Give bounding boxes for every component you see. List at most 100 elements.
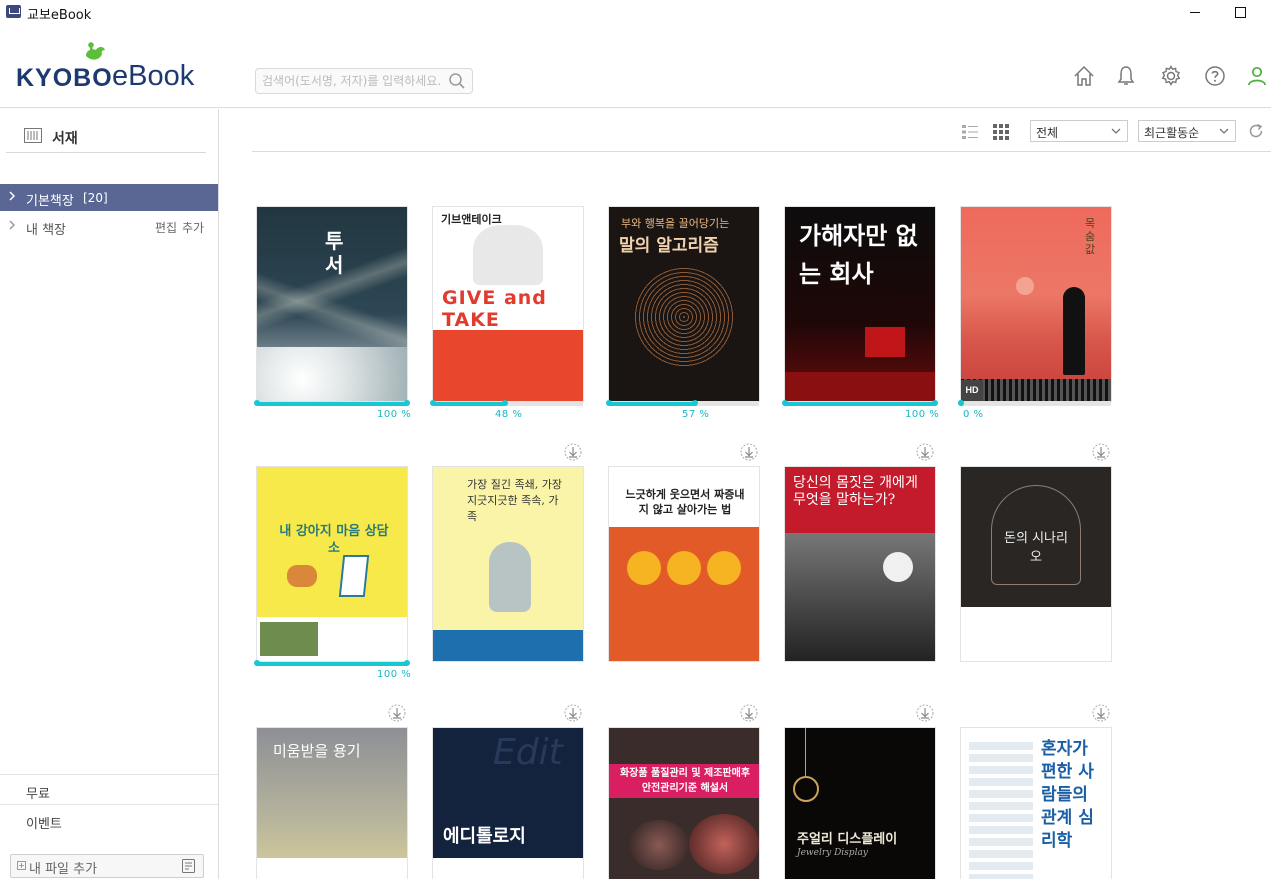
book-cover[interactable]: 가해자만 없는 회사	[785, 207, 935, 401]
progress-fill	[257, 662, 407, 666]
book-title: 느긋하게 웃으면서 짜증내지 않고 살아가는 법	[625, 488, 745, 516]
sidebar-item-label: 이벤트	[26, 817, 62, 832]
progress-handle-dot	[932, 400, 938, 406]
cover-art	[969, 742, 1033, 879]
book-subtitle: 부와 행복을 끌어당기는	[621, 217, 730, 230]
logo-kyobo-text: KYOBO	[16, 64, 113, 92]
book-title: 주얼리 디스플레이	[797, 832, 898, 847]
sidebar-item-event[interactable]: 이벤트	[0, 804, 218, 834]
chevron-right-icon	[9, 191, 15, 201]
sidebar: 서재 기본책장 [20] 내 책장 편집 추가 무료 이벤트 + 내 파일 추가	[0, 109, 219, 879]
shelf-count: [20]	[83, 191, 108, 205]
progress-fill	[257, 402, 407, 406]
download-icon[interactable]	[564, 443, 582, 461]
list-view-icon[interactable]	[962, 124, 978, 140]
bookshelf-icon	[24, 128, 42, 143]
book-title: 혼자가 편한 사람들의 관계 심리학	[1041, 739, 1094, 851]
cover-headline: GIVE and TAKE	[442, 287, 547, 331]
gear-icon[interactable]	[1159, 64, 1183, 88]
library-header[interactable]: 서재	[6, 109, 206, 153]
filter-select[interactable]: 전체	[1030, 120, 1128, 142]
progress-percent: 100 %	[377, 669, 412, 680]
search-icon[interactable]	[448, 72, 466, 90]
header: KYOBO eBook	[0, 24, 1271, 108]
download-icon[interactable]	[1092, 443, 1110, 461]
progress-fill	[785, 402, 935, 406]
book-cover[interactable]: 기브앤테이크 GIVE and TAKE	[433, 207, 583, 401]
book-cover[interactable]: 당신의 몸짓은 개에게 무엇을 말하는가?	[785, 467, 935, 661]
cover-art	[865, 327, 905, 357]
reading-progress-bar	[606, 400, 759, 406]
cover-art: Edit	[493, 732, 563, 773]
bird-logo-icon	[86, 42, 105, 60]
reading-progress-bar	[254, 660, 410, 666]
progress-handle-dot	[404, 660, 410, 666]
help-icon[interactable]	[1203, 64, 1227, 88]
add-shelf-link[interactable]: 추가	[182, 219, 204, 236]
book-cover[interactable]: 주얼리 디스플레이 Jewelry Display	[785, 728, 935, 879]
cover-art	[1063, 287, 1085, 375]
kyobo-ebook-logo[interactable]: KYOBO eBook	[16, 42, 206, 92]
progress-start-dot	[254, 400, 260, 406]
download-icon[interactable]	[388, 704, 406, 722]
bell-icon[interactable]	[1114, 64, 1138, 88]
add-my-file-button[interactable]: + 내 파일 추가	[10, 854, 204, 878]
edit-shelf-link[interactable]: 편집	[155, 219, 177, 236]
cover-art	[793, 776, 819, 802]
app-icon	[6, 5, 21, 18]
book-cover[interactable]: 목숨 값 HD	[961, 207, 1111, 401]
book-cover[interactable]: 화장품 품질관리 및 제조판매후 안전관리기준 해설서	[609, 728, 759, 879]
sidebar-item-default-shelf[interactable]: 기본책장 [20]	[0, 184, 218, 211]
book-cover[interactable]: 미움받을 용기	[257, 728, 407, 879]
library-title: 서재	[52, 131, 78, 147]
cover-art	[785, 533, 935, 661]
download-icon[interactable]	[740, 443, 758, 461]
book-cover[interactable]: 가장 질긴 족쇄, 가장 지긋지긋한 족속, 가족	[433, 467, 583, 661]
progress-start-dot	[430, 400, 436, 406]
grid-view-icon[interactable]	[993, 124, 1009, 140]
sidebar-item-my-shelf[interactable]: 내 책장 편집 추가	[0, 213, 218, 240]
progress-handle-dot	[958, 400, 964, 406]
progress-percent: 100 %	[377, 409, 412, 420]
download-icon[interactable]	[564, 704, 582, 722]
book-cover[interactable]: 내 강아지 마음 상담소	[257, 467, 407, 661]
reading-progress-bar	[958, 400, 1111, 406]
book-title: 돈의 시나리오	[1004, 531, 1068, 565]
cover-art	[689, 814, 759, 874]
reading-progress-bar	[254, 400, 410, 406]
reading-progress-bar	[782, 400, 938, 406]
book-cover[interactable]: 돈의 시나리오	[961, 467, 1111, 661]
download-icon[interactable]	[916, 704, 934, 722]
book-title: 투서	[325, 229, 344, 277]
cover-art	[627, 551, 661, 585]
user-icon[interactable]	[1245, 64, 1269, 88]
maximize-button[interactable]	[1218, 0, 1264, 24]
sort-select[interactable]: 최근활동순	[1138, 120, 1236, 142]
book-title: 에디톨로지	[443, 826, 526, 847]
toolbar: 전체 최근활동순	[220, 109, 1271, 153]
home-icon[interactable]	[1072, 64, 1096, 88]
hd-badge: HD	[961, 380, 983, 401]
download-icon[interactable]	[740, 704, 758, 722]
cover-art	[433, 630, 583, 661]
download-icon[interactable]	[1092, 704, 1110, 722]
refresh-icon[interactable]	[1248, 123, 1264, 139]
cover-art	[433, 858, 583, 879]
chevron-right-icon	[9, 220, 15, 230]
search-input[interactable]	[262, 72, 442, 90]
book-cover[interactable]: 느긋하게 웃으면서 짜증내지 않고 살아가는 법	[609, 467, 759, 661]
book-cover[interactable]: 투서	[257, 207, 407, 401]
book-title: 당신의 몸짓은 개에게 무엇을 말하는가?	[793, 475, 918, 508]
sidebar-item-label: 기본책장	[26, 194, 74, 209]
progress-percent: 100 %	[905, 409, 940, 420]
sidebar-item-free[interactable]: 무료	[0, 774, 218, 804]
progress-fill	[433, 402, 505, 406]
plus-icon: +	[17, 861, 26, 870]
book-cover[interactable]: Edit 에디톨로지	[433, 728, 583, 879]
download-icon[interactable]	[916, 443, 934, 461]
cover-art	[257, 858, 407, 879]
book-cover[interactable]: 혼자가 편한 사람들의 관계 심리학	[961, 728, 1111, 879]
book-cover[interactable]: 부와 행복을 끌어당기는 말의 알고리즘	[609, 207, 759, 401]
minimize-button[interactable]	[1172, 0, 1218, 24]
cover-art	[629, 820, 689, 870]
